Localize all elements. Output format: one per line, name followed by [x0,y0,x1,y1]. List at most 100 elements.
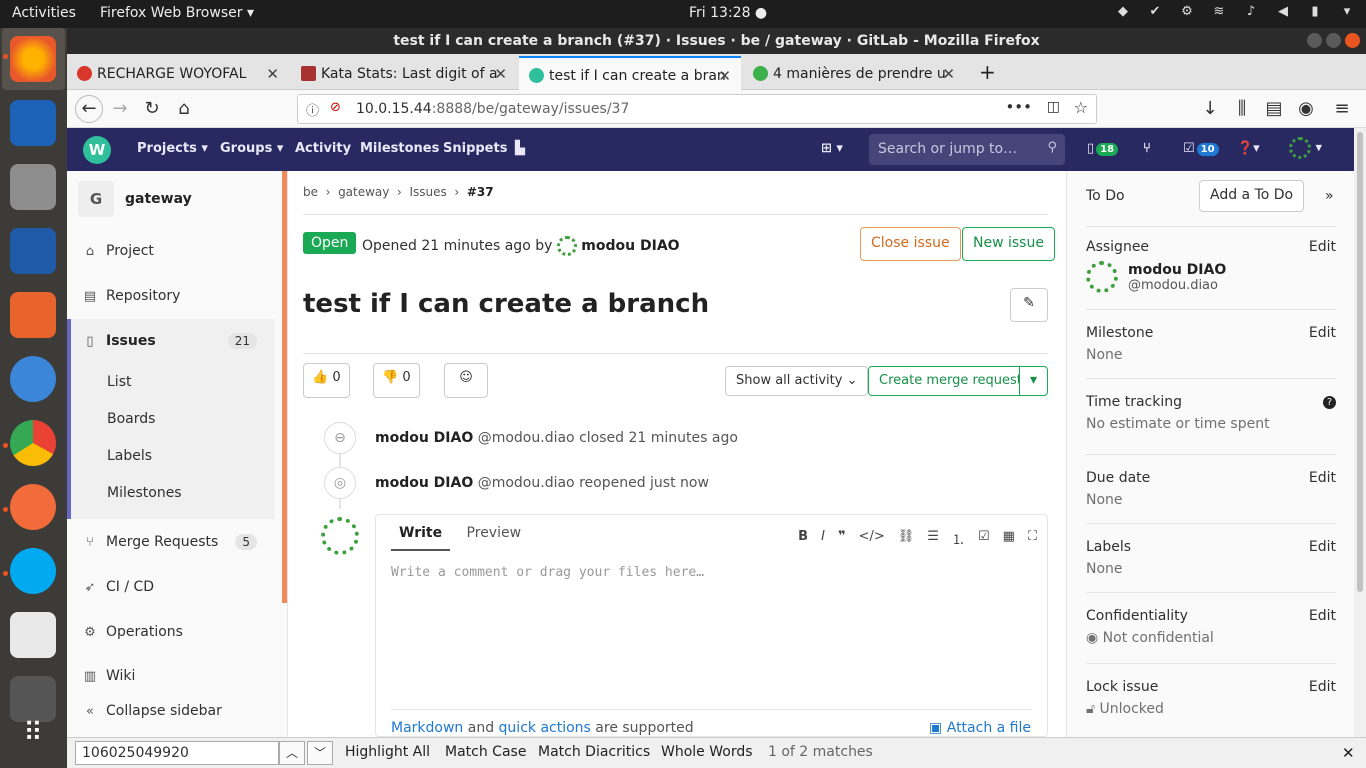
sidebar-sub-list[interactable]: List [107,374,131,390]
numbered-list-icon[interactable]: ⒈ [952,529,965,548]
sidebar-sub-boards[interactable]: Boards [107,411,155,427]
new-item-dropdown-icon[interactable]: ⊞ ▾ [821,141,843,156]
home-icon[interactable]: ⌂ [171,97,197,121]
sidebar-sub-milestones[interactable]: Milestones [107,485,182,501]
nav-activity[interactable]: Activity [295,141,351,156]
sweethome-icon[interactable] [10,612,56,658]
nav-snippets[interactable]: Snippets [443,141,507,156]
add-todo-button[interactable]: Add a To Do [1199,180,1305,212]
breadcrumb-issues[interactable]: Issues [409,185,446,199]
sidebar-sub-labels[interactable]: Labels [107,448,152,464]
gitlab-logo[interactable]: W [83,136,111,164]
scrollbar-thumb[interactable] [1357,132,1363,592]
milestone-edit-link[interactable]: Edit [1309,325,1336,341]
quote-icon[interactable]: ❞ [838,529,846,548]
confidentiality-edit-link[interactable]: Edit [1309,608,1336,624]
link-icon[interactable]: ⛓ [898,529,915,548]
breadcrumb-gateway[interactable]: gateway [338,185,389,199]
thumbs-down-button[interactable]: 👎 0 [373,363,420,398]
tab-gitlab-issue[interactable]: test if I can create a bran ✕ [519,56,741,90]
clock[interactable]: Fri 13:28 ● [689,5,767,21]
code-icon[interactable]: </> [859,529,885,548]
forward-button[interactable]: → [107,97,133,121]
tab-write[interactable]: Write [391,525,451,551]
fullscreen-icon[interactable]: ⛶ [1028,529,1037,548]
new-tab-button[interactable]: + [969,56,1003,90]
markdown-link[interactable]: Markdown [391,720,463,736]
bullet-list-icon[interactable]: ☰ [927,529,939,548]
sidebar-item-repository[interactable]: ▤ Repository [81,288,181,304]
chart-icon[interactable]: ▙ [515,141,525,156]
assignee-edit-link[interactable]: Edit [1309,239,1336,255]
italic-icon[interactable]: I [821,529,825,548]
question-icon[interactable]: ? [1323,396,1336,409]
sidebar-item-cicd[interactable]: ➶ CI / CD [81,579,155,595]
event-handle[interactable]: @modou.diao [478,475,575,491]
due-date-edit-link[interactable]: Edit [1309,470,1336,486]
collapse-right-sidebar-icon[interactable]: » [1325,188,1334,204]
event-author[interactable]: modou DIAO [375,430,473,446]
tab-kata-stats[interactable]: Kata Stats: Last digit of a ✕ [291,56,517,90]
find-input[interactable]: 106025049920 [75,741,279,765]
sidebar-item-issues[interactable]: ▯ Issues [81,333,155,349]
lock-edit-link[interactable]: Edit [1309,679,1336,695]
settings-icon[interactable]: ⚙ [1178,4,1196,22]
close-tab-icon[interactable]: ✕ [266,65,279,83]
highlight-all-toggle[interactable]: Highlight All [345,744,430,760]
nav-projects[interactable]: Projects ▾ [137,141,208,156]
table-icon[interactable]: ▦ [1003,529,1015,548]
tab-preview[interactable]: Preview [467,525,522,541]
bookmark-star-icon[interactable]: ☆ [1074,98,1088,117]
tab-recharge[interactable]: RECHARGE WOYOFAL ✕ [67,56,289,90]
close-tab-icon[interactable]: ✕ [942,65,955,83]
todos-link[interactable]: ☑ 10 [1183,141,1219,156]
search-input[interactable]: Search or jump to… ⚲ [869,134,1065,165]
comment-textarea[interactable]: Write a comment or drag your files here… [391,565,1031,580]
account-icon[interactable]: ◉ [1293,97,1319,121]
firefox-icon[interactable] [10,36,56,82]
maximize-button[interactable] [1326,33,1341,48]
app-menu[interactable]: Firefox Web Browser ▾ [100,5,254,21]
nav-milestones[interactable]: Milestones [360,141,439,156]
sidebar-toggle-icon[interactable]: ▤ [1261,97,1287,121]
add-reaction-button[interactable]: ☺ [444,363,488,398]
sidebar-item-project[interactable]: ⌂ Project [81,243,154,259]
bold-icon[interactable]: B [798,529,808,548]
teams-icon[interactable]: ◆ [1114,4,1132,22]
nav-groups[interactable]: Groups ▾ [220,141,283,156]
battery-icon[interactable]: ▮ [1306,4,1324,22]
info-icon[interactable]: ⓘ [306,100,319,119]
writer-icon[interactable] [10,228,56,274]
minimize-button[interactable] [1307,33,1322,48]
show-apps-icon[interactable]: ⠿ [10,718,56,764]
downloads-icon[interactable]: ↓ [1197,97,1223,121]
wifi-icon[interactable]: ≋ [1210,4,1228,22]
close-find-bar-icon[interactable]: ✕ [1342,744,1355,762]
labels-edit-link[interactable]: Edit [1309,539,1336,555]
postman-icon[interactable] [10,484,56,530]
update-icon[interactable]: ✔ [1146,4,1164,22]
chrome-icon[interactable] [10,420,56,466]
help-icon[interactable] [10,356,56,402]
activities-button[interactable]: Activities [12,5,76,21]
tools-icon[interactable] [10,676,56,722]
assignee-user[interactable]: modou DIAO @modou.diao [1086,261,1336,293]
match-case-toggle[interactable]: Match Case [445,744,526,760]
thunderbird-icon[interactable] [10,100,56,146]
whole-words-toggle[interactable]: Whole Words [661,744,753,760]
close-tab-icon[interactable]: ✕ [718,67,731,85]
new-issue-button[interactable]: New issue [962,227,1055,261]
reload-icon[interactable]: ↻ [139,97,165,121]
author-link[interactable]: modou DIAO [581,238,679,254]
task-list-icon[interactable]: ☑ [978,529,990,548]
tab-manieres[interactable]: 4 manières de prendre u ✕ [743,56,965,90]
event-author[interactable]: modou DIAO [375,475,473,491]
back-button[interactable]: ← [75,95,103,123]
url-bar[interactable]: ⓘ ⊘ 10.0.15.44:8888/be/gateway/issues/37… [297,94,1097,124]
bell-icon[interactable]: ♪ [1242,4,1260,22]
sidebar-item-wiki[interactable]: ▥ Wiki [81,668,136,684]
merge-request-icon[interactable]: ⑂ [1143,141,1151,156]
find-next-button[interactable]: ﹀ [307,741,333,765]
sidebar-item-operations[interactable]: ⚙ Operations [81,624,183,640]
page-actions-icon[interactable]: ••• [1005,98,1032,116]
